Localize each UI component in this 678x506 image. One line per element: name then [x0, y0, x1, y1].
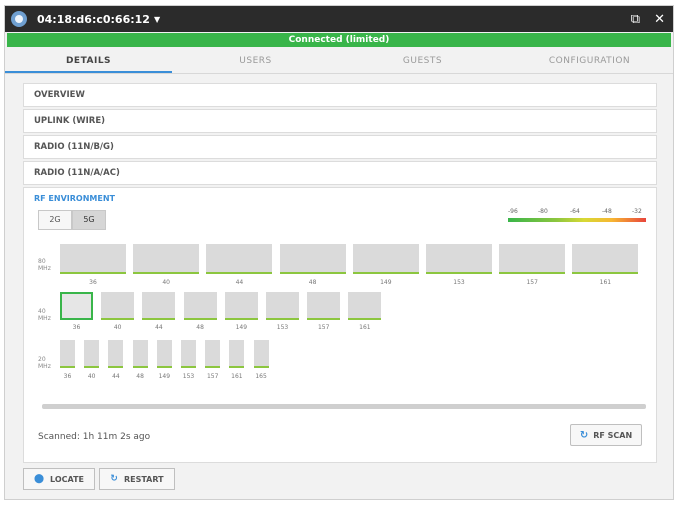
connection-status-bar: Connected (limited) [7, 33, 671, 47]
channel-number-label: 44 [235, 279, 244, 286]
channel-40mhz-48[interactable] [183, 292, 217, 320]
channel-number-label: 157 [526, 279, 538, 286]
channel-20mhz-165[interactable] [253, 340, 269, 368]
tab-details[interactable]: DETAILS [5, 49, 172, 73]
signal-scale-legend: -96 -80 -64 -48 -32 [508, 208, 646, 222]
row-label-40mhz: 40 MHz [38, 308, 51, 322]
channel-number-label: 153 [182, 373, 195, 380]
signal-scale-label: -48 [602, 208, 612, 215]
channel-80mhz-40[interactable] [133, 244, 200, 274]
location-pin-icon: ⬤ [33, 474, 45, 484]
locate-label: LOCATE [50, 474, 85, 484]
signal-scale-label: -32 [632, 208, 642, 215]
section-radio-ac[interactable]: RADIO (11N/A/AC) [23, 161, 657, 185]
channel-20mhz-44[interactable] [108, 340, 124, 368]
device-icon [11, 11, 27, 27]
channel-40mhz-157[interactable] [307, 292, 341, 320]
channel-number-label: 153 [276, 324, 289, 331]
refresh-icon: ↻ [579, 429, 589, 441]
section-radio-ng[interactable]: RADIO (11N/B/G) [23, 135, 657, 159]
device-name: 04:18:d6:c0:66:12 [37, 12, 150, 26]
channel-80mhz-161[interactable] [572, 244, 639, 274]
device-selector[interactable]: 04:18:d6:c0:66:12 ▼ [37, 13, 160, 26]
refresh-icon: ↻ [110, 474, 118, 484]
channel-40mhz-44[interactable] [142, 292, 176, 320]
locate-button[interactable]: ⬤ LOCATE [23, 468, 95, 490]
details-content: OVERVIEW UPLINK (WIRE) RADIO (11N/B/G) R… [23, 83, 657, 463]
channel-20mhz-157[interactable] [205, 340, 221, 368]
channel-80mhz-44[interactable] [206, 244, 273, 274]
channel-number-label: 149 [158, 373, 171, 380]
channel-80mhz-36[interactable] [60, 244, 126, 274]
channel-20mhz-40[interactable] [84, 340, 100, 368]
channel-20mhz-36[interactable] [60, 340, 75, 368]
channel-number-label: 48 [196, 324, 204, 331]
band-toggle: 2G 5G [38, 210, 106, 230]
channel-40mhz-36[interactable] [60, 292, 93, 320]
row-label-80mhz: 80 MHz [38, 258, 51, 272]
device-details-window: 04:18:d6:c0:66:12 ▼ ⧉ ✕ Connected (limit… [4, 5, 674, 500]
titlebar: 04:18:d6:c0:66:12 ▼ ⧉ ✕ [5, 6, 673, 32]
channel-number-label: 40 [113, 324, 122, 331]
tab-users[interactable]: USERS [172, 49, 339, 73]
channel-20mhz-161[interactable] [229, 340, 245, 368]
signal-scale-label: -80 [538, 208, 548, 215]
section-uplink[interactable]: UPLINK (WIRE) [23, 109, 657, 133]
rf-scan-button[interactable]: ↻ RF SCAN [570, 424, 642, 446]
row-label-20mhz: 20 MHz [38, 356, 51, 370]
channel-number-label: 40 [162, 279, 170, 286]
channel-number-label: 149 [380, 279, 392, 286]
tab-bar: DETAILS USERS GUESTS CONFIGURATION [5, 49, 673, 74]
channel-40mhz-161[interactable] [348, 292, 382, 320]
channel-number-label: 48 [308, 279, 317, 286]
band-2g-button[interactable]: 2G [38, 210, 72, 230]
rf-environment-title[interactable]: RF ENVIRONMENT [34, 194, 115, 203]
horizontal-scrollbar[interactable] [42, 404, 646, 409]
channel-number-label: 44 [112, 373, 120, 380]
channel-number-label: 149 [235, 324, 248, 331]
scanned-timestamp: Scanned: 1h 11m 2s ago [38, 432, 151, 442]
channel-number-label: 161 [231, 373, 243, 380]
channel-number-label: 153 [453, 279, 465, 286]
channel-20mhz-48[interactable] [132, 340, 148, 368]
channel-40mhz-149[interactable] [224, 292, 258, 320]
rf-scan-label: RF SCAN [593, 430, 633, 440]
channel-number-label: 157 [206, 373, 219, 380]
channel-number-label: 40 [87, 373, 96, 380]
channel-80mhz-149[interactable] [352, 244, 419, 274]
channel-number-label: 161 [599, 279, 612, 286]
channel-number-label: 36 [72, 324, 81, 331]
channel-number-label: 44 [155, 324, 163, 331]
signal-scale-label: -64 [570, 208, 580, 215]
channel-80mhz-157[interactable] [499, 244, 566, 274]
tab-guests[interactable]: GUESTS [339, 49, 506, 73]
channel-number-label: 36 [89, 279, 97, 286]
channel-80mhz-48[interactable] [279, 244, 346, 274]
channel-number-label: 161 [359, 324, 371, 331]
channel-20mhz-149[interactable] [156, 340, 172, 368]
restart-button[interactable]: ↻ RESTART [99, 468, 175, 490]
channel-40mhz-40[interactable] [101, 292, 135, 320]
channel-20mhz-153[interactable] [181, 340, 196, 368]
band-5g-button[interactable]: 5G [72, 210, 106, 230]
restart-label: RESTART [123, 474, 164, 484]
section-overview[interactable]: OVERVIEW [23, 83, 657, 107]
signal-scale-label: -96 [508, 208, 518, 215]
close-icon[interactable]: ✕ [654, 13, 665, 26]
signal-scale-bar [508, 218, 646, 222]
channel-number-label: 165 [255, 373, 267, 380]
rf-environment-panel: RF ENVIRONMENT 2G 5G -96 -80 -64 -48 -32… [23, 187, 657, 463]
channel-number-label: 36 [63, 373, 72, 380]
channel-40mhz-153[interactable] [266, 292, 299, 320]
popout-icon[interactable]: ⧉ [631, 13, 640, 26]
channel-number-label: 157 [317, 324, 330, 331]
tab-configuration[interactable]: CONFIGURATION [506, 49, 673, 73]
channel-80mhz-153[interactable] [426, 244, 492, 274]
chevron-down-icon: ▼ [153, 14, 161, 24]
channel-number-label: 48 [136, 373, 144, 380]
